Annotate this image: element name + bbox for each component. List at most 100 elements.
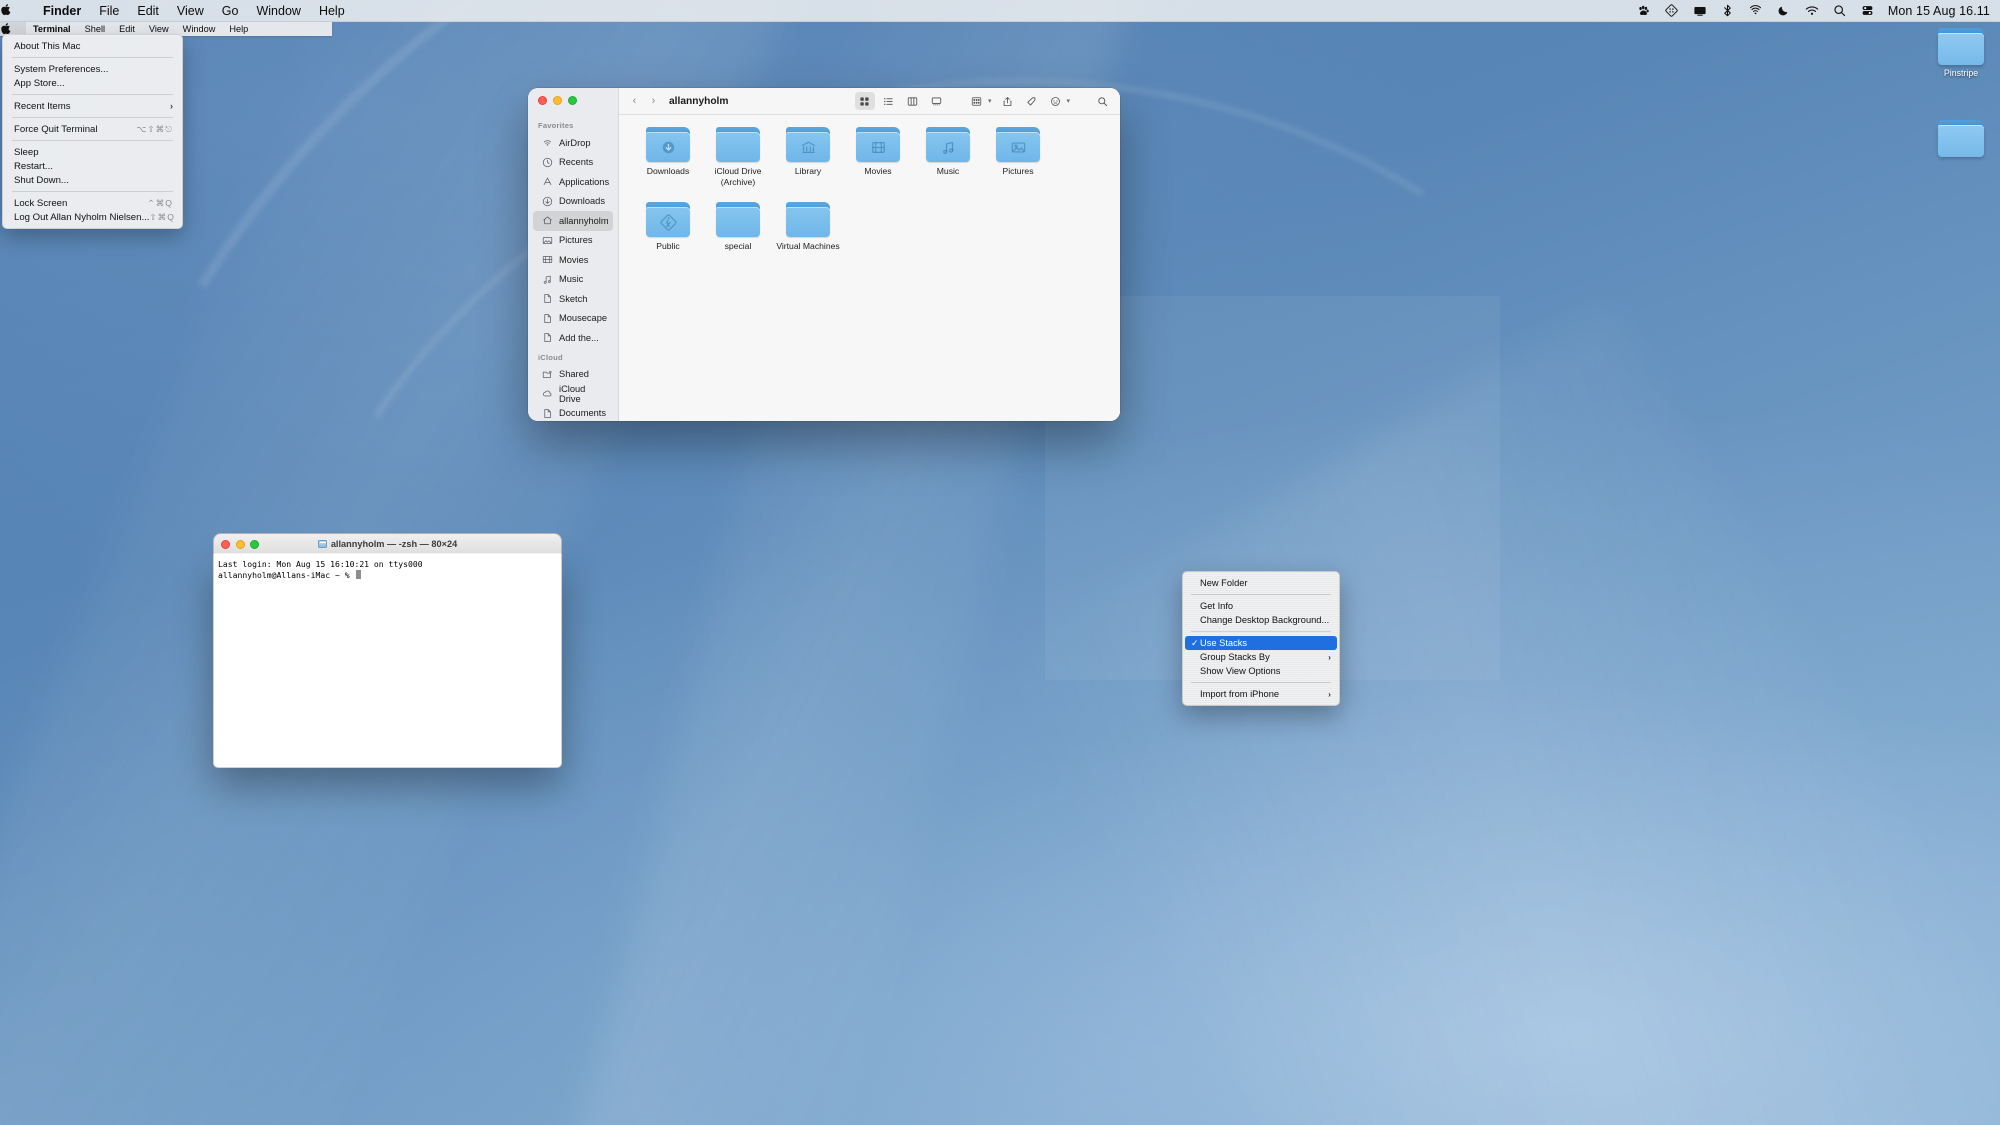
menu-item-app-store[interactable]: App Store... bbox=[3, 76, 182, 90]
sidebar-item-label: Documents bbox=[559, 408, 607, 419]
sidebar-item-downloads[interactable]: Downloads bbox=[533, 192, 613, 212]
file-item-special[interactable]: special bbox=[703, 202, 773, 252]
menu-bar-status-area: Mon 15 Aug 16.11 bbox=[1636, 3, 2000, 19]
menu-item-lock-screen[interactable]: Lock Screen ⌃⌘Q bbox=[3, 196, 182, 210]
file-item-music[interactable]: Music bbox=[913, 127, 983, 188]
folder-icon bbox=[786, 127, 830, 162]
file-item-downloads[interactable]: Downloads bbox=[633, 127, 703, 188]
finder-window[interactable]: Favorites AirDrop Recents Applications D… bbox=[528, 88, 1120, 421]
icon-view-button[interactable] bbox=[854, 92, 875, 110]
file-item-virtual-machines[interactable]: Virtual Machines bbox=[773, 202, 843, 252]
menu-item-group-stacks-by[interactable]: Group Stacks By › bbox=[1183, 650, 1339, 664]
sidebar-item-movies[interactable]: Movies bbox=[533, 250, 613, 270]
finder-main: ‹ › allannyholm ▾ ▾ Downloads iCloud Dri… bbox=[619, 88, 1120, 421]
menu-item-about-this-mac[interactable]: About This Mac bbox=[3, 39, 182, 53]
menu-help[interactable]: Help bbox=[310, 2, 354, 20]
search-icon[interactable] bbox=[1832, 3, 1848, 19]
sidebar-item-applications[interactable]: Applications bbox=[533, 172, 613, 192]
menu-item-new-folder[interactable]: New Folder bbox=[1183, 576, 1339, 590]
menu-window[interactable]: Window bbox=[176, 22, 223, 36]
sidebar-group-label: Favorites bbox=[538, 121, 574, 130]
share-button[interactable] bbox=[997, 92, 1017, 110]
forward-button[interactable]: › bbox=[646, 95, 661, 107]
menu-window[interactable]: Window bbox=[247, 2, 309, 20]
file-item-library[interactable]: Library bbox=[773, 127, 843, 188]
terminal-titlebar[interactable]: allannyholm — -zsh — 80×24 bbox=[213, 533, 562, 554]
menu-view[interactable]: View bbox=[168, 2, 213, 20]
finder-traffic-lights[interactable] bbox=[538, 96, 577, 105]
zoom-button[interactable] bbox=[568, 96, 577, 105]
sidebar-item-recents[interactable]: Recents bbox=[533, 153, 613, 173]
home-icon bbox=[541, 215, 553, 227]
menu-item-change-desktop-background[interactable]: Change Desktop Background... bbox=[1183, 613, 1339, 627]
search-button[interactable] bbox=[1092, 92, 1112, 110]
terminal-content[interactable]: Last login: Mon Aug 15 16:10:21 on ttys0… bbox=[213, 554, 562, 768]
close-button[interactable] bbox=[538, 96, 547, 105]
airplay-icon[interactable] bbox=[1748, 3, 1764, 19]
sidebar-item-add-the[interactable]: Add the... bbox=[533, 328, 613, 348]
menu-edit[interactable]: Edit bbox=[128, 2, 168, 20]
menu-go[interactable]: Go bbox=[213, 2, 248, 20]
action-menu-button[interactable]: ▾ bbox=[1045, 92, 1072, 110]
desktop-context-menu[interactable]: New Folder Get Info Change Desktop Backg… bbox=[1182, 571, 1340, 706]
finder-sidebar[interactable]: Favorites AirDrop Recents Applications D… bbox=[528, 88, 619, 421]
sidebar-item-music[interactable]: Music bbox=[533, 270, 613, 290]
control-center-icon[interactable] bbox=[1860, 3, 1876, 19]
menu-item-sleep[interactable]: Sleep bbox=[3, 145, 182, 159]
sidebar-item-icloud-drive[interactable]: iCloud Drive bbox=[533, 384, 613, 404]
file-name: Public bbox=[656, 241, 680, 251]
sidebar-item-mousecape[interactable]: Mousecape bbox=[533, 309, 613, 329]
sidebar-item-shared[interactable]: Shared bbox=[533, 365, 613, 385]
menu-item-force-quit-terminal[interactable]: Force Quit Terminal ⌥⇧⌘⎋ bbox=[3, 122, 182, 136]
gem-icon[interactable] bbox=[1664, 3, 1680, 19]
menu-item-system-preferences[interactable]: System Preferences... bbox=[3, 62, 182, 76]
sidebar-item-pictures[interactable]: Pictures bbox=[533, 231, 613, 251]
chevron-right-icon: › bbox=[1328, 652, 1331, 662]
desktop-icon-label: Pinstripe bbox=[1943, 68, 1979, 78]
gallery-view-button[interactable] bbox=[927, 92, 947, 110]
column-view-button[interactable] bbox=[903, 92, 923, 110]
terminal-window[interactable]: allannyholm — -zsh — 80×24 Last login: M… bbox=[213, 533, 562, 768]
menu-item-shut-down[interactable]: Shut Down... bbox=[3, 173, 182, 187]
menu-item-show-view-options[interactable]: Show View Options bbox=[1183, 664, 1339, 678]
sidebar-item-airdrop[interactable]: AirDrop bbox=[533, 133, 613, 153]
menu-bar-clock[interactable]: Mon 15 Aug 16.11 bbox=[1888, 4, 1990, 18]
desktop-icon-untitled[interactable] bbox=[1924, 120, 1998, 160]
menu-finder[interactable]: Finder bbox=[34, 2, 90, 20]
sidebar-item-documents[interactable]: Documents bbox=[533, 404, 613, 422]
file-item-pictures[interactable]: Pictures bbox=[983, 127, 1053, 188]
menu-item-recent-items[interactable]: Recent Items › bbox=[3, 99, 182, 113]
desktop-icon-pinstripe[interactable]: Pinstripe bbox=[1924, 28, 1998, 79]
tag-button[interactable] bbox=[1021, 92, 1041, 110]
finder-window-title: allannyholm bbox=[669, 95, 729, 107]
apple-menu-icon[interactable] bbox=[0, 3, 34, 18]
sidebar-item-sketch[interactable]: Sketch bbox=[533, 289, 613, 309]
file-item-icloud-drive-archive[interactable]: iCloud Drive (Archive) bbox=[703, 127, 773, 188]
do-not-disturb-icon[interactable] bbox=[1776, 3, 1792, 19]
file-item-public[interactable]: Public bbox=[633, 202, 703, 252]
wifi-icon[interactable] bbox=[1804, 3, 1820, 19]
list-view-button[interactable] bbox=[879, 92, 899, 110]
display-icon[interactable] bbox=[1692, 3, 1708, 19]
menu-item-log-out[interactable]: Log Out Allan Nyholm Nielsen... ⇧⌘Q bbox=[3, 210, 182, 224]
minimize-button[interactable] bbox=[553, 96, 562, 105]
menu-item-get-info[interactable]: Get Info bbox=[1183, 599, 1339, 613]
menu-item-use-stacks[interactable]: ✓ Use Stacks bbox=[1185, 636, 1337, 650]
apple-menu-dropdown[interactable]: About This Mac System Preferences... App… bbox=[2, 34, 183, 229]
menu-item-restart[interactable]: Restart... bbox=[3, 159, 182, 173]
menu-item-shortcut: ⇧⌘Q bbox=[149, 211, 175, 222]
back-button[interactable]: ‹ bbox=[627, 95, 642, 107]
finder-file-area[interactable]: Downloads iCloud Drive (Archive) Library… bbox=[619, 115, 1120, 421]
menu-item-import-from-iphone[interactable]: Import from iPhone › bbox=[1183, 687, 1339, 701]
menu-file[interactable]: File bbox=[90, 2, 128, 20]
bluetooth-icon[interactable] bbox=[1720, 3, 1736, 19]
sidebar-item-label: Movies bbox=[559, 254, 589, 265]
paw-icon[interactable] bbox=[1636, 3, 1652, 19]
menu-bar[interactable]: Finder File Edit View Go Window Help Mon… bbox=[0, 0, 2000, 22]
menu-help[interactable]: Help bbox=[222, 22, 255, 36]
sidebar-item-allannyholm[interactable]: allannyholm bbox=[533, 211, 613, 231]
file-item-movies[interactable]: Movies bbox=[843, 127, 913, 188]
music-icon bbox=[541, 273, 553, 285]
finder-toolbar[interactable]: ‹ › allannyholm ▾ ▾ bbox=[619, 88, 1120, 115]
group-by-button[interactable]: ▾ bbox=[967, 92, 994, 110]
